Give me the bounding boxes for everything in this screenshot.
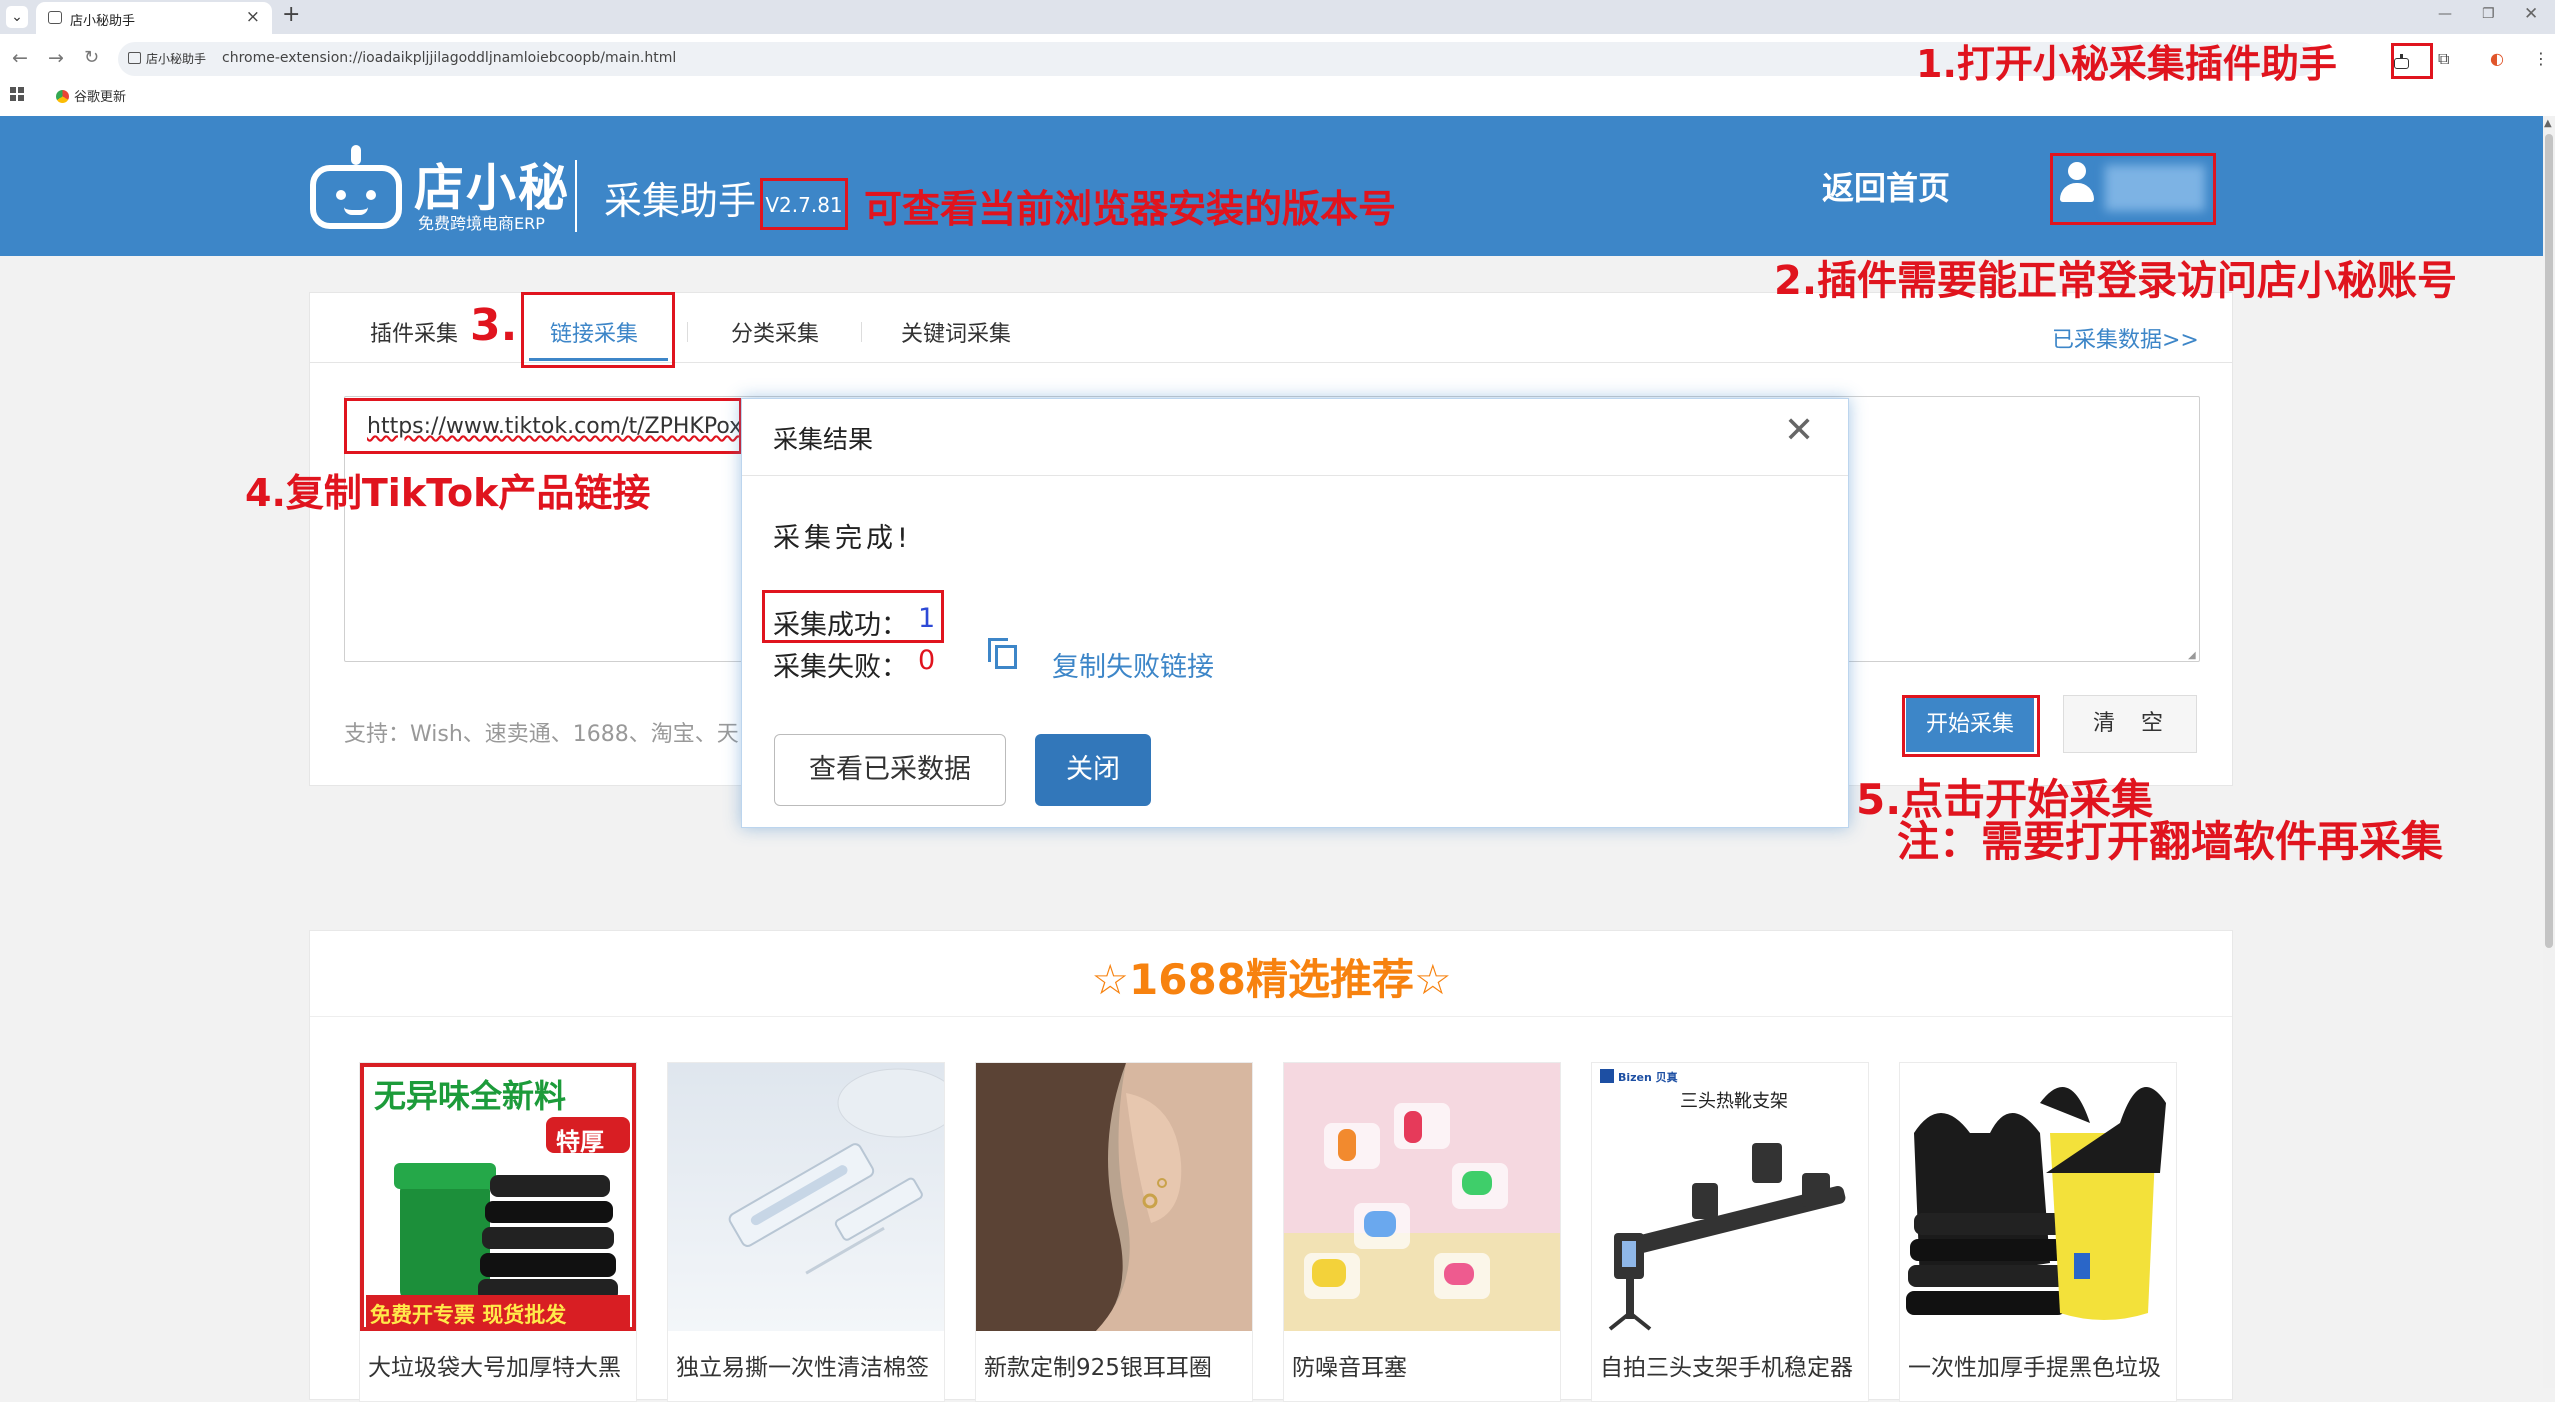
version-badge: V2.7.81 [760, 178, 848, 230]
version-text: V2.7.81 [765, 193, 843, 217]
tab-category-collect[interactable]: 分类采集 [731, 316, 819, 348]
bookmark-label: 谷歌更新 [74, 90, 127, 105]
product-card[interactable]: 独立易撕一次性清洁棉签 [667, 1062, 945, 1402]
annotation-link-tab-box [521, 292, 675, 368]
annotation-vpn-note: 注：需要打开翻墙软件再采集 [1897, 817, 2444, 866]
minimize-icon[interactable]: — [2438, 6, 2452, 22]
tab-keyword-collect[interactable]: 关键词采集 [901, 316, 1011, 348]
supported-platforms-text: 支持：Wish、速卖通、1688、淘宝、天 [344, 722, 739, 747]
site-chip-label: 店小秘助手 [146, 52, 207, 66]
collected-data-link[interactable]: 已采集数据>> [2052, 322, 2199, 354]
tab-plugin-collect[interactable]: 插件采集 [370, 316, 458, 348]
product-image [976, 1063, 1252, 1331]
tab-search-icon[interactable]: ⌄ [6, 6, 28, 28]
apps-grid-icon[interactable] [10, 87, 24, 101]
logo-divider [575, 160, 577, 232]
badge-bottom-text: 免费开专票 现货批发 [370, 1303, 567, 1327]
new-tab-icon[interactable]: + [282, 2, 300, 27]
forward-icon[interactable]: → [48, 47, 64, 69]
tab-title: 店小秘助手 [70, 14, 136, 29]
tab-separator [861, 322, 862, 342]
chrome-icon [56, 90, 69, 103]
dialog-close-button[interactable]: 关闭 [1035, 734, 1151, 806]
dialog-close-icon[interactable]: ✕ [1784, 410, 1814, 451]
product-brand: Bizen 贝真 [1618, 1071, 1678, 1084]
product-name[interactable]: 大垃圾袋大号加厚特大黑 [368, 1348, 630, 1382]
annotation-step4: 4.复制TikTok产品链接 [245, 471, 651, 515]
start-collect-button[interactable]: 开始采集 [1906, 698, 2034, 752]
product-name[interactable]: 独立易撕一次性清洁棉签 [676, 1348, 938, 1382]
product-card[interactable]: 一次性加厚手提黑色垃圾 [1899, 1062, 2177, 1402]
robot-logo-icon [310, 145, 402, 229]
home-link[interactable]: 返回首页 [1822, 163, 1950, 209]
badge-mid-text: 特厚 [556, 1128, 604, 1156]
browser-tab-strip: ⌄ 店小秘助手 × + — ❐ ✕ [0, 0, 2555, 34]
app-name: 采集助手 [604, 179, 757, 223]
product-name[interactable]: 新款定制925银耳耳圈 [984, 1348, 1246, 1382]
recommend-divider [310, 1016, 2232, 1017]
bookmark-google-update[interactable]: 谷歌更新 [56, 86, 126, 105]
blurred-username [2105, 165, 2205, 211]
scrollbar-thumb[interactable] [2545, 134, 2553, 948]
view-collected-button[interactable]: 查看已采数据 [774, 734, 1006, 806]
scroll-up-icon[interactable]: ▲ [2544, 118, 2552, 129]
product-image: Bizen 贝真 三头热靴支架 [1592, 1063, 1868, 1331]
annotation-extension-box [2391, 43, 2433, 79]
product-card[interactable]: Bizen 贝真 三头热靴支架 自拍三头支架手机稳定器 [1591, 1062, 1869, 1402]
site-chip[interactable]: 店小秘助手 [128, 50, 206, 68]
product-image [668, 1063, 944, 1331]
logo-subtitle: 免费跨境电商ERP [418, 214, 545, 233]
annotation-step1: 1.打开小秘采集插件助手 [1916, 42, 2337, 86]
product-card[interactable]: 无异味全新料 特厚 免费开专票 现货批发 大垃圾袋大号加厚特大黑 [359, 1062, 637, 1402]
tiktok-link-entry[interactable]: https://www.tiktok.com/t/ZPHKPoxFfB [344, 398, 742, 454]
product-card[interactable]: 新款定制925银耳耳圈 [975, 1062, 1253, 1402]
collect-done-message: 采集完成! [773, 523, 912, 554]
window-close-icon[interactable]: ✕ [2524, 4, 2538, 24]
annotation-version-note: 可查看当前浏览器安装的版本号 [864, 187, 1397, 231]
fail-count: 0 [918, 645, 936, 676]
success-count: 1 [918, 603, 936, 634]
dialog-divider [742, 475, 1848, 476]
browser-tab[interactable]: 店小秘助手 × [36, 2, 272, 34]
product-image [1284, 1063, 1560, 1331]
product-heading: 三头热靴支架 [1680, 1091, 1788, 1112]
copy-failed-links-link[interactable]: 复制失败链接 [1052, 645, 1214, 684]
url-text[interactable]: chrome-extension://ioadaikpljjilagoddljn… [222, 50, 676, 66]
product-card[interactable]: 防噪音耳塞 [1283, 1062, 1561, 1402]
back-icon[interactable]: ← [12, 47, 28, 69]
product-name[interactable]: 一次性加厚手提黑色垃圾 [1908, 1348, 2170, 1382]
profile-extension-icon[interactable]: ◐ [2490, 49, 2504, 68]
browser-menu-icon[interactable]: ⋮ [2533, 49, 2549, 68]
recommend-title: ☆1688精选推荐☆ [1091, 955, 1452, 1004]
user-avatar-icon [2058, 162, 2094, 206]
product-name[interactable]: 防噪音耳塞 [1292, 1348, 1554, 1382]
annotation-step3: 3. [470, 300, 518, 351]
success-label: 采集成功： [773, 610, 908, 641]
extension-page-icon [128, 52, 141, 64]
product-image [1900, 1063, 2176, 1331]
extension-favicon-icon [48, 11, 62, 24]
fail-label: 采集失败： [773, 652, 908, 683]
product-name[interactable]: 自拍三头支架手机稳定器 [1600, 1348, 1862, 1382]
product-image: 无异味全新料 特厚 免费开专票 现货批发 [360, 1063, 636, 1331]
resize-grip-icon[interactable]: ◢ [2188, 650, 2196, 661]
clear-button[interactable]: 清空 [2063, 695, 2197, 753]
tiktok-link-text: https://www.tiktok.com/t/ZPHKPoxFfB [367, 414, 742, 439]
dialog-title: 采集结果 [773, 425, 874, 454]
copy-icon[interactable] [988, 638, 1020, 670]
annotation-step2: 2.插件需要能正常登录访问店小秘账号 [1774, 258, 2458, 304]
badge-top-text: 无异味全新料 [374, 1077, 567, 1115]
tab-close-icon[interactable]: × [246, 7, 260, 27]
extensions-puzzle-icon[interactable]: ⧉ [2438, 49, 2449, 69]
reload-icon[interactable]: ↻ [84, 47, 99, 68]
restore-icon[interactable]: ❐ [2482, 6, 2495, 22]
tab-separator [687, 322, 688, 342]
